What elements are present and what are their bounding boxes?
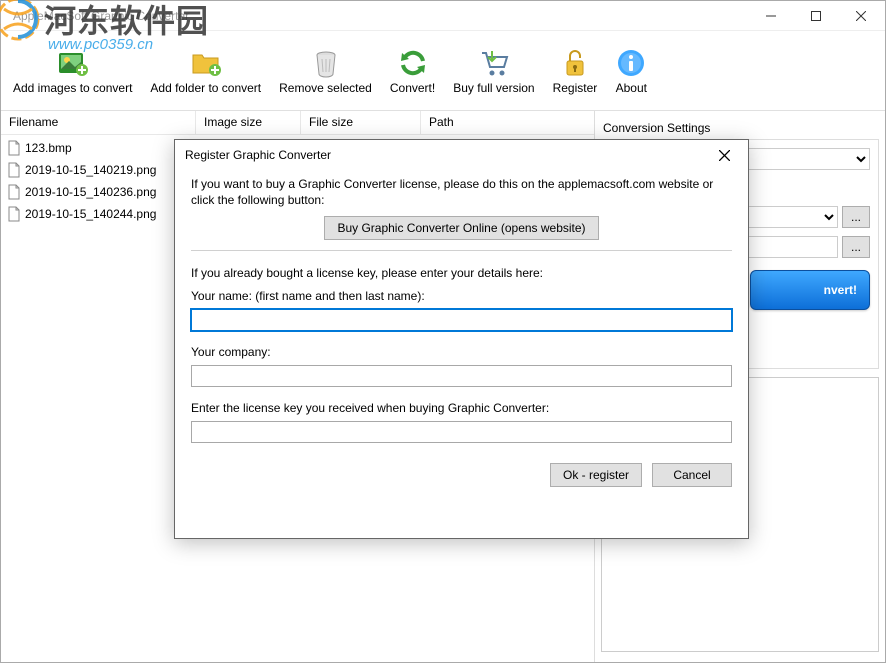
separator bbox=[191, 250, 732, 251]
ok-register-button[interactable]: Ok - register bbox=[550, 463, 642, 487]
license-label: Enter the license key you received when … bbox=[191, 401, 732, 415]
dialog-close-button[interactable] bbox=[704, 142, 744, 168]
buy-online-button[interactable]: Buy Graphic Converter Online (opens webs… bbox=[324, 216, 598, 240]
register-dialog: Register Graphic Converter If you want t… bbox=[174, 139, 749, 539]
name-label: Your name: (first name and then last nam… bbox=[191, 289, 732, 303]
license-input[interactable] bbox=[191, 421, 732, 443]
close-icon bbox=[719, 150, 730, 161]
company-input[interactable] bbox=[191, 365, 732, 387]
intro-text: If you want to buy a Graphic Converter l… bbox=[191, 176, 732, 208]
already-text: If you already bought a license key, ple… bbox=[191, 265, 732, 281]
dialog-titlebar: Register Graphic Converter bbox=[175, 140, 748, 170]
dialog-footer: Ok - register Cancel bbox=[175, 453, 748, 499]
name-input[interactable] bbox=[191, 309, 732, 331]
dialog-title: Register Graphic Converter bbox=[185, 148, 704, 162]
modal-overlay: Register Graphic Converter If you want t… bbox=[0, 0, 886, 663]
company-label: Your company: bbox=[191, 345, 732, 359]
cancel-button[interactable]: Cancel bbox=[652, 463, 732, 487]
dialog-body: If you want to buy a Graphic Converter l… bbox=[175, 170, 748, 453]
